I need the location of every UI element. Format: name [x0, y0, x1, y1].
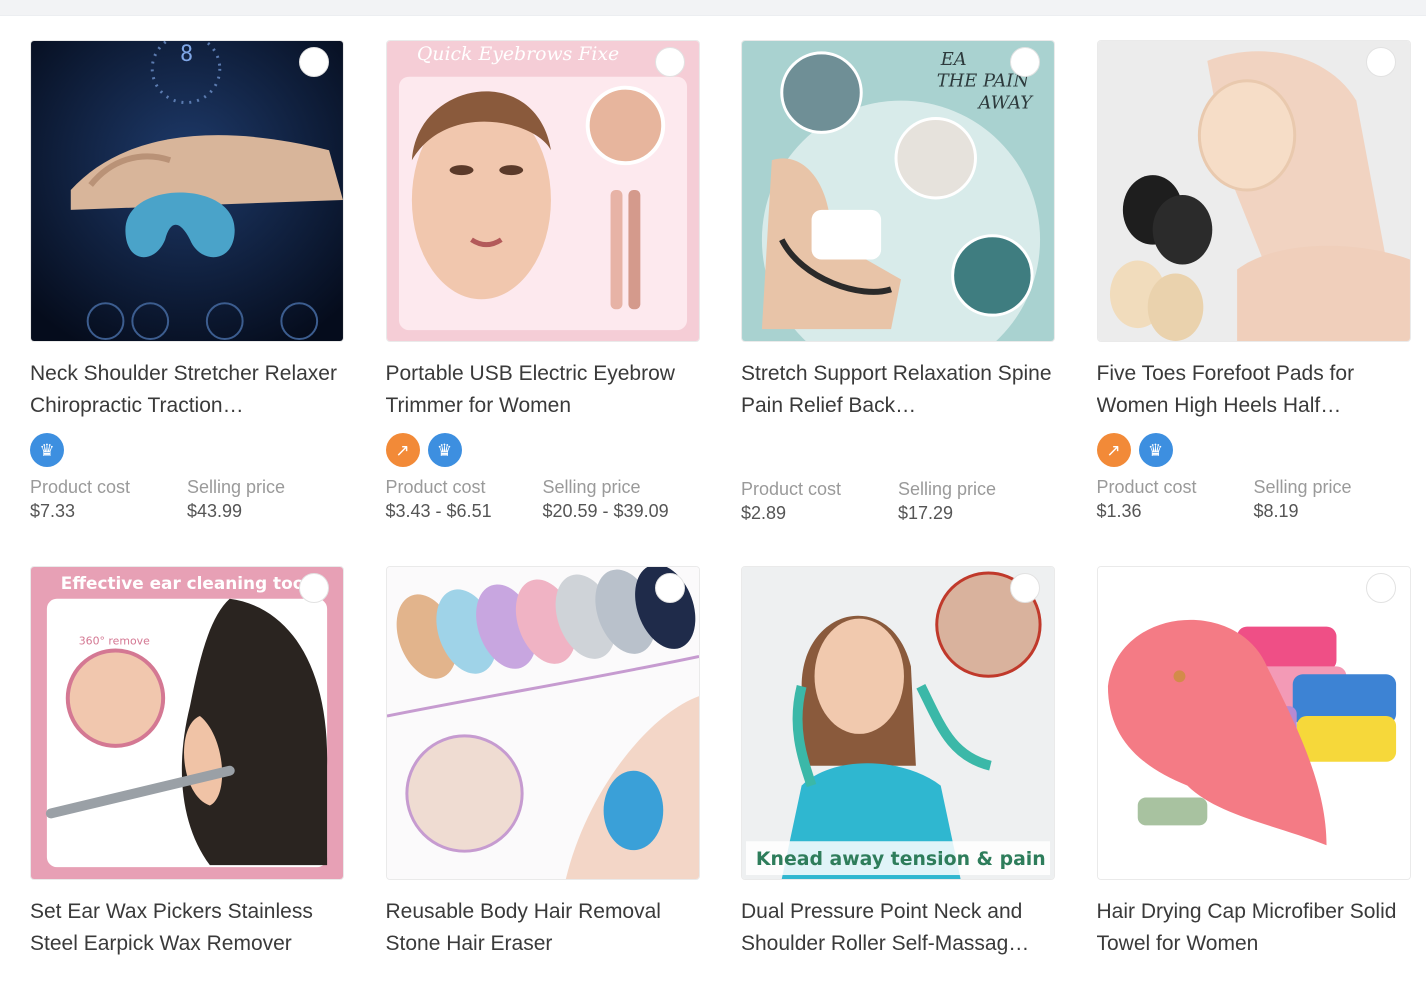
- product-title[interactable]: Reusable Body Hair Removal Stone Hair Er…: [386, 896, 700, 960]
- badge-row: ♛: [30, 432, 344, 468]
- back-stretcher-image: EA THE PAIN AWAY: [742, 41, 1054, 341]
- crown-icon: ♛: [1138, 433, 1173, 467]
- product-card[interactable]: Quick Eyebrows Fixe Portable USB Electri…: [385, 40, 700, 526]
- svg-text:EA: EA: [940, 49, 967, 70]
- product-title[interactable]: Hair Drying Cap Microfiber Solid Towel f…: [1097, 896, 1411, 960]
- product-image[interactable]: Effective ear cleaning tool 360° remove: [30, 566, 344, 880]
- product-card[interactable]: Five Toes Forefoot Pads for Women High H…: [1096, 40, 1411, 526]
- product-card[interactable]: Hair Drying Cap Microfiber Solid Towel f…: [1096, 566, 1411, 960]
- selling-price-value: $8.19: [1253, 501, 1299, 521]
- selling-price-label: Selling price: [1253, 477, 1352, 497]
- product-image[interactable]: Knead away tension & pain: [741, 566, 1055, 880]
- product-cost-value: $2.89: [741, 503, 787, 523]
- product-title[interactable]: Dual Pressure Point Neck and Shoulder Ro…: [741, 896, 1055, 960]
- crown-icon: ♛: [427, 433, 462, 467]
- product-title[interactable]: Portable USB Electric Eyebrow Trimmer fo…: [386, 358, 700, 422]
- price-row: Product cost $3.43 - $6.51 Selling price…: [386, 476, 700, 524]
- selling-price-label: Selling price: [187, 477, 286, 497]
- product-card[interactable]: EA THE PAIN AWAY Stretch Support Relaxat…: [741, 40, 1055, 526]
- product-cost-label: Product cost: [30, 477, 131, 497]
- crown-icon: ♛: [30, 433, 64, 467]
- select-checkbox[interactable]: [299, 573, 329, 603]
- product-cost-value: $3.43 - $6.51: [385, 501, 492, 521]
- product-card[interactable]: 8 Neck Shoulder Stretcher Relaxer Chirop…: [30, 40, 344, 526]
- product-title[interactable]: Five Toes Forefoot Pads for Women High H…: [1097, 358, 1411, 422]
- select-checkbox[interactable]: [1010, 47, 1040, 77]
- product-cost-label: Product cost: [385, 477, 486, 497]
- image-sub-text: 360° remove: [79, 635, 150, 648]
- product-card[interactable]: Effective ear cleaning tool 360° remove …: [30, 566, 344, 960]
- ear-wax-picker-image: Effective ear cleaning tool 360° remove: [31, 567, 343, 879]
- top-bar: [0, 0, 1426, 16]
- select-checkbox[interactable]: [654, 47, 685, 77]
- price-row: Product cost $7.33 Selling price $43.99: [30, 476, 344, 524]
- trend-icon: ↗: [385, 433, 420, 467]
- svg-text:AWAY: AWAY: [976, 93, 1034, 114]
- product-image[interactable]: EA THE PAIN AWAY: [741, 40, 1055, 342]
- product-cost-label: Product cost: [1096, 477, 1197, 497]
- selling-price-label: Selling price: [898, 479, 997, 499]
- badge-row: [741, 432, 1055, 468]
- product-cost-label: Product cost: [741, 479, 842, 499]
- neck-stretcher-image: 8: [31, 41, 343, 341]
- product-title[interactable]: Neck Shoulder Stretcher Relaxer Chiropra…: [30, 358, 344, 422]
- image-banner-text: Effective ear cleaning tool: [61, 573, 310, 593]
- select-checkbox[interactable]: [1365, 47, 1396, 77]
- eyebrow-trimmer-image: Quick Eyebrows Fixe: [386, 41, 699, 341]
- product-image[interactable]: 8: [30, 40, 344, 342]
- select-checkbox[interactable]: [1365, 573, 1396, 603]
- selling-price-value: $17.29: [898, 503, 954, 523]
- product-title[interactable]: Set Ear Wax Pickers Stainless Steel Earp…: [30, 896, 344, 960]
- forefoot-pads-image: [1097, 41, 1410, 341]
- product-image[interactable]: [1096, 566, 1411, 880]
- neck-roller-image: Knead away tension & pain: [742, 567, 1054, 879]
- select-checkbox[interactable]: [1010, 573, 1040, 603]
- product-image[interactable]: Quick Eyebrows Fixe: [385, 40, 700, 342]
- svg-text:8: 8: [180, 42, 193, 67]
- trend-icon: ↗: [1096, 433, 1131, 467]
- badge-row: ↗ ♛: [1096, 432, 1411, 468]
- product-image[interactable]: [1096, 40, 1411, 342]
- selling-price-value: $43.99: [187, 501, 243, 521]
- product-cost-value: $7.33: [30, 501, 76, 521]
- product-card[interactable]: Knead away tension & pain Dual Pressure …: [741, 566, 1055, 960]
- selling-price-label: Selling price: [542, 477, 641, 497]
- price-row: Product cost $1.36 Selling price $8.19: [1097, 476, 1411, 524]
- selling-price-value: $20.59 - $39.09: [542, 501, 669, 521]
- product-cost-value: $1.36: [1096, 501, 1142, 521]
- product-card[interactable]: Reusable Body Hair Removal Stone Hair Er…: [385, 566, 700, 960]
- hair-removal-stone-image: [386, 567, 699, 879]
- product-image[interactable]: [385, 566, 700, 880]
- select-checkbox[interactable]: [654, 573, 685, 603]
- hair-towel-image: [1097, 567, 1410, 879]
- product-title[interactable]: Stretch Support Relaxation Spine Pain Re…: [741, 358, 1055, 422]
- select-checkbox[interactable]: [299, 47, 329, 77]
- product-grid: 8 Neck Shoulder Stretcher Relaxer Chirop…: [30, 40, 1411, 960]
- badge-row: ↗ ♛: [385, 432, 700, 468]
- price-row: Product cost $2.89 Selling price $17.29: [741, 478, 1055, 526]
- image-banner-text: Knead away tension & pain: [756, 848, 1046, 870]
- image-banner-text: Quick Eyebrows Fixe: [416, 43, 618, 65]
